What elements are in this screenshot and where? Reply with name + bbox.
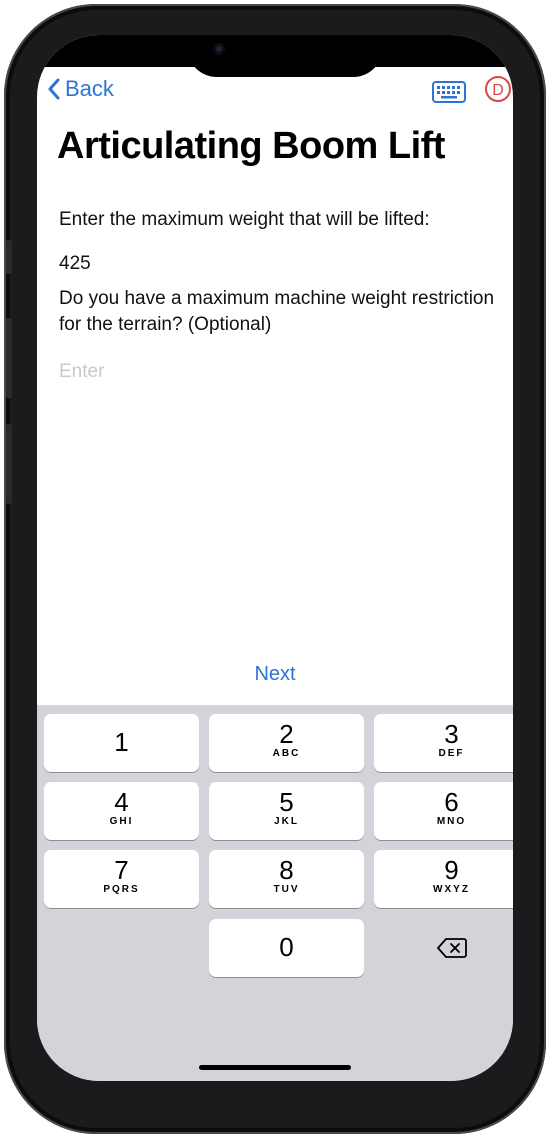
back-label: Back xyxy=(65,76,114,101)
back-button[interactable]: Back xyxy=(47,76,114,102)
backspace-icon xyxy=(436,938,467,958)
key-5[interactable]: 5 JKL xyxy=(209,782,364,840)
key-1[interactable]: 1 xyxy=(44,714,199,772)
key-4[interactable]: 4 GHI xyxy=(44,782,199,840)
volume-up-button xyxy=(6,318,12,398)
weight-value[interactable]: 425 xyxy=(59,253,91,275)
key-2[interactable]: 2 ABC xyxy=(209,714,364,772)
key-9[interactable]: 9 WXYZ xyxy=(374,850,513,908)
page-title: Articulating Boom Lift xyxy=(57,125,445,167)
key-7[interactable]: 7 PQRS xyxy=(44,850,199,908)
key-0[interactable]: 0 xyxy=(209,919,364,977)
keyboard-icon[interactable] xyxy=(432,81,466,103)
profile-icon[interactable]: D xyxy=(485,76,511,102)
navigation-bar: Back D xyxy=(37,71,513,121)
terrain-question: Do you have a maximum machine weight res… xyxy=(59,288,495,335)
numeric-keypad: 1 2 ABC 3 DEF 4 GHI 5 JKL 6 MNO 7 PQRS 8… xyxy=(37,705,513,1081)
key-3[interactable]: 3 DEF xyxy=(374,714,513,772)
terrain-weight-input[interactable] xyxy=(59,357,479,387)
key-6[interactable]: 6 MNO xyxy=(374,782,513,840)
backspace-key[interactable] xyxy=(374,919,513,977)
side-button xyxy=(6,240,12,274)
volume-down-button xyxy=(6,424,12,504)
chevron-left-icon xyxy=(48,78,60,100)
camera-icon xyxy=(213,43,225,55)
home-indicator[interactable] xyxy=(199,1065,351,1070)
screen: Back D Articulating Boom Lift Enter the … xyxy=(37,35,513,1081)
key-8[interactable]: 8 TUV xyxy=(209,850,364,908)
weight-question: Enter the maximum weight that will be li… xyxy=(59,209,430,230)
next-button[interactable]: Next xyxy=(37,663,513,686)
